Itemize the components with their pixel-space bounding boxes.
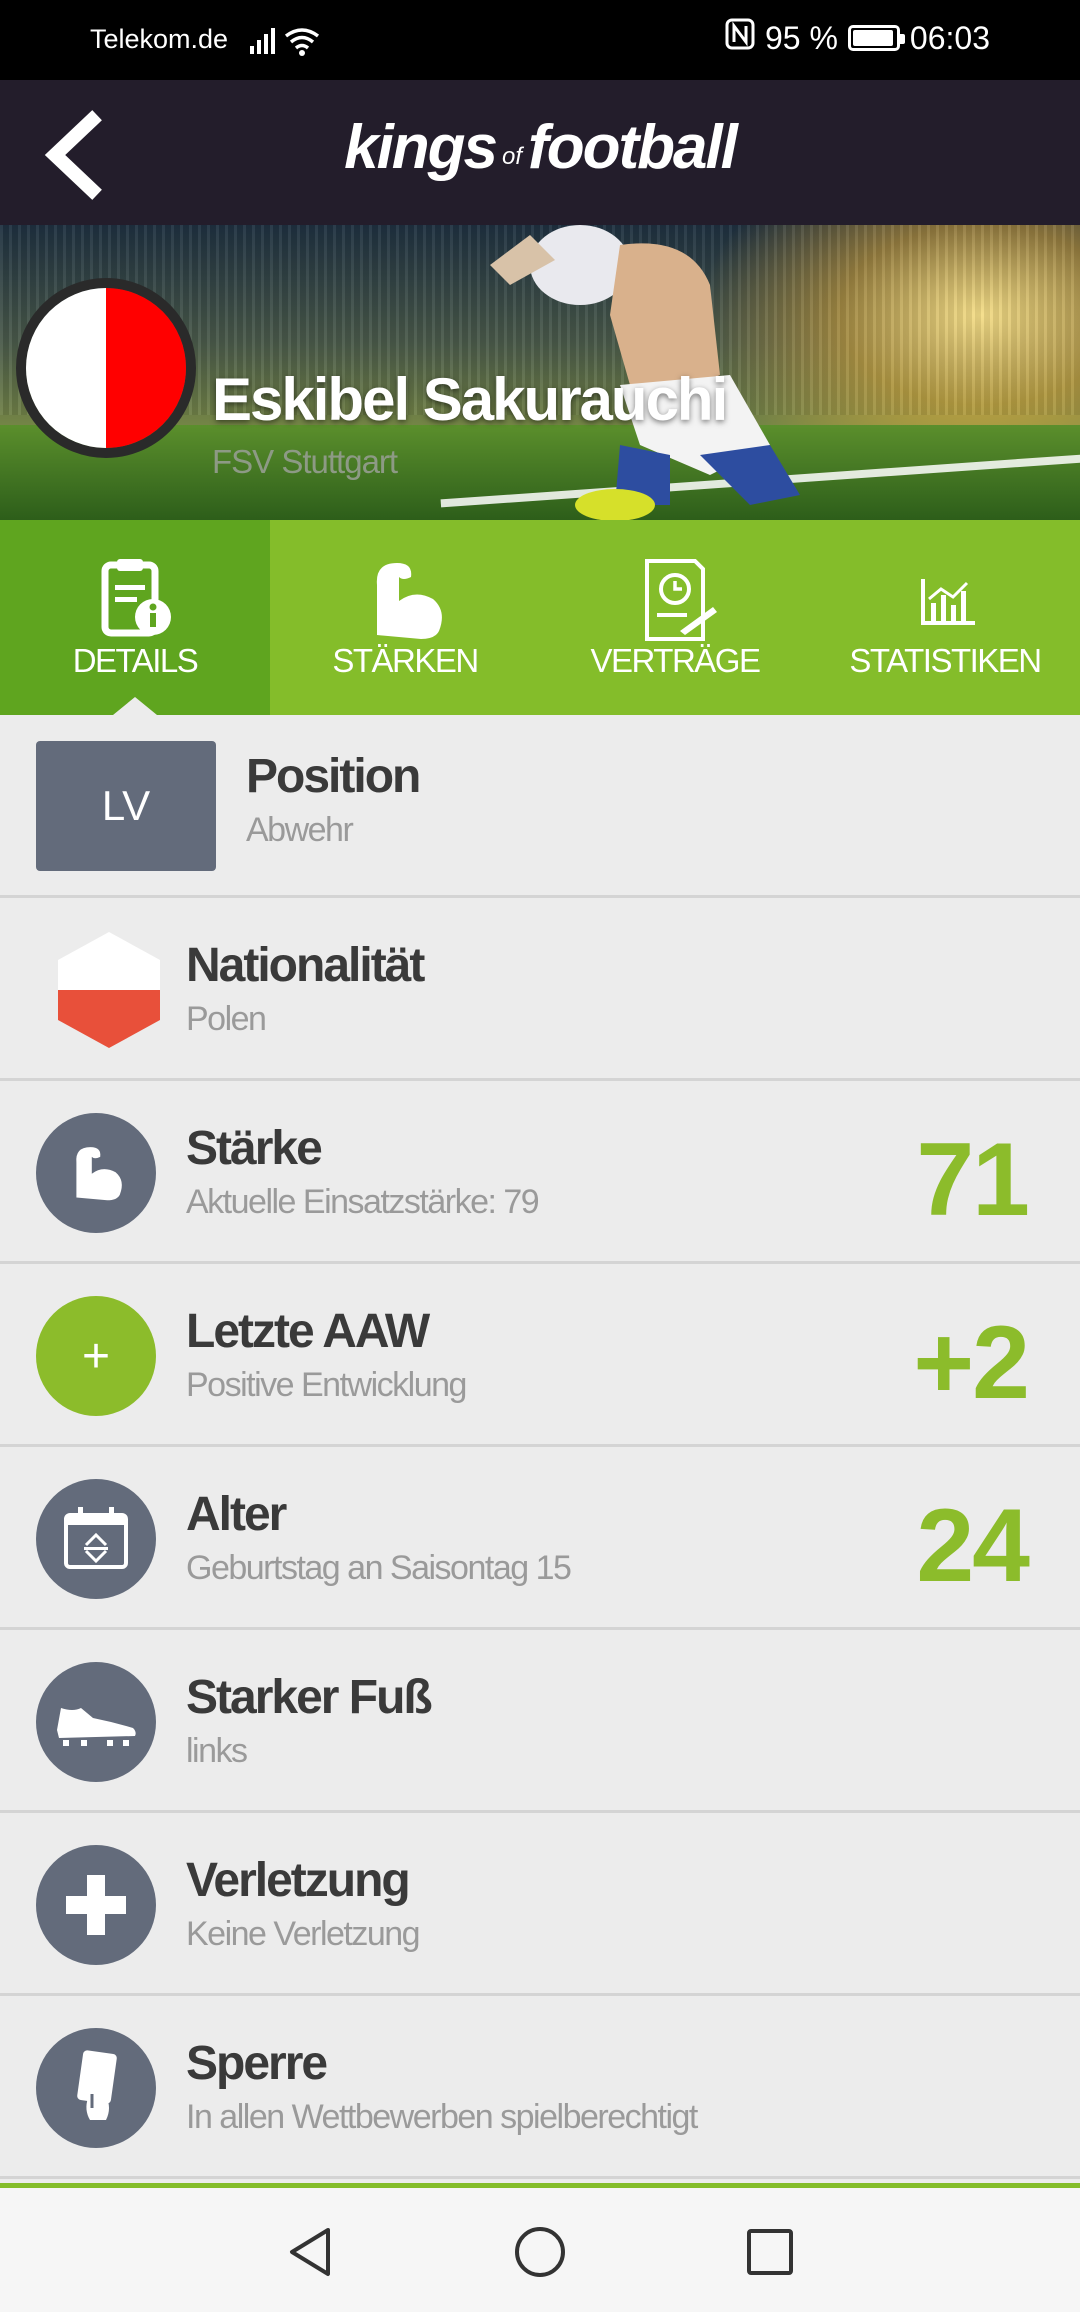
tab-statistiken[interactable]: STATISTIKEN: [810, 520, 1080, 715]
position-title: Position: [246, 750, 421, 803]
strong-foot-subtitle: links: [186, 1732, 248, 1770]
foot-icon-wrap: [36, 1662, 156, 1782]
nav-back-button[interactable]: [282, 2224, 338, 2280]
last-aaw-subtitle: Positive Entwicklung: [186, 1366, 467, 1404]
tab-vertraege[interactable]: VERTRÄGE: [540, 520, 810, 715]
list-item-age[interactable]: Alter Geburtstag an Saisontag 15 24: [0, 1447, 1080, 1630]
strong-foot-title: Starker Fuß: [186, 1671, 433, 1724]
club-badge: [16, 278, 196, 458]
battery-icon: [847, 25, 905, 51]
tab-details[interactable]: DETAILS: [0, 520, 270, 715]
nationality-title: Nationalität: [186, 939, 425, 992]
logo-text-football: football: [528, 113, 738, 182]
player-details-list: LV Position Abwehr Nationalität Polen St…: [0, 715, 1080, 2185]
age-title: Alter: [186, 1488, 287, 1541]
nfc-icon: [725, 18, 755, 58]
poland-flag-icon: [56, 930, 162, 1050]
contract-icon: [540, 550, 810, 650]
plus-icon-glyph: +: [81, 1329, 111, 1383]
signal-wifi-icon: [248, 24, 328, 63]
list-item-strong-foot[interactable]: Starker Fuß links: [0, 1630, 1080, 1813]
square-recents-icon: [747, 2229, 793, 2275]
bar-chart-icon: [810, 550, 1080, 650]
aaw-icon-wrap: +: [36, 1296, 156, 1416]
clock: 06:03: [909, 19, 990, 56]
list-item-last-aaw[interactable]: + Letzte AAW Positive Entwicklung +2: [0, 1264, 1080, 1447]
nav-home-button[interactable]: [512, 2224, 568, 2280]
tab-label: STATISTIKEN: [849, 642, 1042, 679]
tab-label: VERTRÄGE: [590, 642, 761, 679]
suspension-title: Sperre: [186, 2037, 328, 2090]
app-logo: kings offootball: [0, 112, 1080, 183]
age-icon-wrap: [36, 1479, 156, 1599]
player-name: Eskibel Sakurauchi: [212, 366, 728, 433]
nav-recents-button[interactable]: [742, 2224, 798, 2280]
battery-percent: 95 %: [764, 19, 838, 56]
tab-label: DETAILS: [72, 642, 199, 679]
plus-icon: +: [36, 1296, 156, 1416]
age-value: 24: [916, 1488, 1030, 1604]
strength-subtitle: Aktuelle Einsatzstärke: 79: [186, 1183, 540, 1221]
status-bar: Telekom.de 95 % 06:03: [0, 0, 1080, 80]
list-item-strength[interactable]: Stärke Aktuelle Einsatzstärke: 79 71: [0, 1081, 1080, 1264]
club-color-white: [26, 288, 106, 448]
list-item-suspension[interactable]: Sperre In allen Wettbewerben spielberech…: [0, 1996, 1080, 2179]
strength-value: 71: [916, 1122, 1030, 1238]
football-boot-icon: [36, 1662, 156, 1782]
injury-subtitle: Keine Verletzung: [186, 1915, 421, 1953]
bicep-icon: [270, 550, 540, 650]
circle-home-icon: [515, 2227, 565, 2277]
triangle-back-icon: [290, 2228, 330, 2276]
last-aaw-title: Letzte AAW: [186, 1305, 430, 1358]
club-color-red: [106, 288, 186, 448]
suspension-icon-wrap: [36, 2028, 156, 2148]
tab-label: STÄRKEN: [332, 642, 479, 679]
nationality-subtitle: Polen: [186, 1000, 267, 1038]
list-item-position[interactable]: LV Position Abwehr: [0, 715, 1080, 898]
suspension-subtitle: In allen Wettbewerben spielberechtigt: [186, 2098, 698, 2136]
bicep-icon: [36, 1113, 156, 1233]
referee-card-icon: [36, 2028, 156, 2148]
player-tabs: DETAILS STÄRKEN VERTRÄGE STATISTIKEN: [0, 520, 1080, 715]
list-item-nationality[interactable]: Nationalität Polen: [0, 898, 1080, 1081]
logo-text-kings: kings: [344, 113, 498, 182]
logo-text-of: of: [502, 143, 523, 170]
list-item-injury[interactable]: Verletzung Keine Verletzung: [0, 1813, 1080, 1996]
app-header: kings offootball: [0, 80, 1080, 225]
medical-cross-icon: [36, 1845, 156, 1965]
age-subtitle: Geburtstag an Saisontag 15: [186, 1549, 572, 1587]
injury-icon-wrap: [36, 1845, 156, 1965]
last-aaw-value: +2: [913, 1305, 1030, 1421]
strength-title: Stärke: [186, 1122, 323, 1175]
tab-staerken[interactable]: STÄRKEN: [270, 520, 540, 715]
calendar-icon: [36, 1479, 156, 1599]
strength-icon-wrap: [36, 1113, 156, 1233]
android-nav-bar: [0, 2188, 1080, 2312]
position-subtitle: Abwehr: [246, 811, 354, 849]
document-info-icon: [0, 550, 270, 650]
club-name: FSV Stuttgart: [212, 443, 398, 480]
position-badge: LV: [36, 741, 216, 871]
injury-title: Verletzung: [186, 1854, 411, 1907]
carrier-label: Telekom.de: [90, 24, 229, 54]
